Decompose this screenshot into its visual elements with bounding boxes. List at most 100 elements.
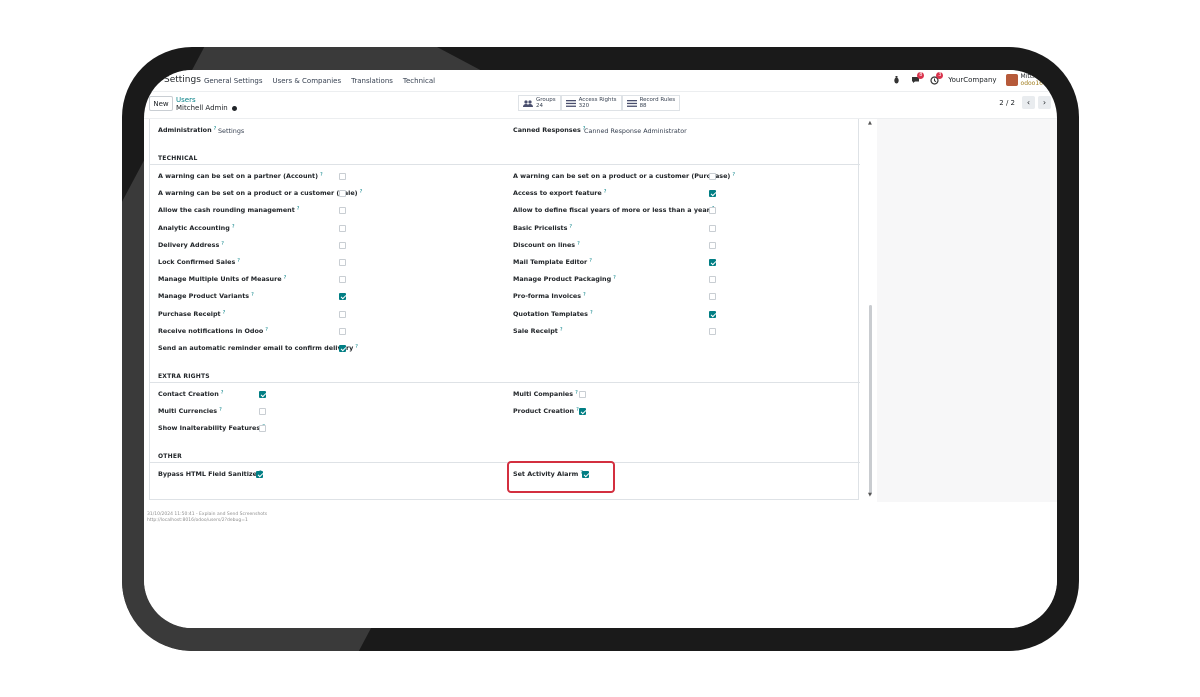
record-rules-smart-button[interactable]: Record Rules 88 <box>621 95 681 111</box>
checkbox[interactable] <box>259 408 266 416</box>
help-tooltip-icon[interactable]: ? <box>223 310 226 316</box>
checkbox[interactable] <box>259 391 266 398</box>
checkbox[interactable] <box>339 207 346 215</box>
checkbox[interactable] <box>709 190 716 198</box>
checkbox[interactable] <box>709 207 716 215</box>
help-tooltip-icon[interactable]: ? <box>221 390 224 396</box>
help-tooltip-icon[interactable]: ? <box>360 189 363 195</box>
user-menu[interactable]: Mitchel odoo16 <box>1005 73 1043 87</box>
scroll-down-icon[interactable]: ▼ <box>868 492 872 498</box>
canned-responses-label: Canned Responses? <box>513 126 586 134</box>
messages-badge: 8 <box>917 72 925 79</box>
menu-translations[interactable]: Translations <box>351 77 393 85</box>
checkbox[interactable] <box>709 259 716 266</box>
checkbox[interactable] <box>339 241 346 249</box>
chatter-pane <box>877 119 1057 502</box>
help-tooltip-icon[interactable]: ? <box>284 275 287 281</box>
help-tooltip-icon[interactable]: ? <box>219 407 222 413</box>
checkbox[interactable] <box>339 293 346 301</box>
record-rules-count: 88 <box>639 103 647 109</box>
access-rights-count: 320 <box>578 103 590 109</box>
groups-smart-button[interactable]: Groups 24 <box>518 95 561 111</box>
access-rights-smart-button[interactable]: Access Rights 320 <box>560 95 622 111</box>
checkbox[interactable] <box>339 224 346 232</box>
help-tooltip-icon[interactable]: ? <box>732 172 735 178</box>
field-label: Manage Product Packaging? <box>513 275 616 284</box>
scroll-up-icon[interactable]: ▲ <box>868 120 872 126</box>
checkbox[interactable] <box>259 425 266 433</box>
checkbox[interactable] <box>579 391 586 398</box>
help-tooltip-icon[interactable]: ? <box>583 292 586 298</box>
help-tooltip-icon[interactable]: ? <box>251 292 254 298</box>
section-other: OTHER <box>158 453 182 460</box>
checkbox[interactable] <box>256 471 263 478</box>
help-tooltip-icon[interactable]: ? <box>589 258 592 264</box>
activity-badge: 3 <box>936 72 944 79</box>
help-tooltip-icon[interactable]: ? <box>577 241 580 247</box>
administration-select[interactable]: Settings <box>218 127 244 135</box>
checkbox[interactable] <box>709 293 716 301</box>
section-extra-rights: EXTRA RIGHTS <box>158 373 210 380</box>
checkbox[interactable] <box>709 310 716 318</box>
field-label: Manage Product Variants? <box>158 292 254 301</box>
checkbox[interactable] <box>339 173 346 180</box>
divider <box>150 462 860 463</box>
list-icon <box>626 99 637 107</box>
field-label: Bypass HTML Field Sanitize? <box>158 470 262 478</box>
checkbox[interactable] <box>339 259 346 266</box>
help-tooltip-icon[interactable]: ? <box>355 344 358 350</box>
screenshot-footer: 31/10/2024 11:50:41 - Explain and Send S… <box>147 512 267 524</box>
checkbox[interactable] <box>709 224 716 232</box>
help-tooltip-icon[interactable]: ? <box>569 224 572 230</box>
field-label: Show Inalterability Features? <box>158 424 265 432</box>
company-switcher[interactable]: YourCompany <box>948 76 996 84</box>
field-label: Contact Creation? <box>158 390 224 398</box>
checkbox[interactable] <box>339 276 346 284</box>
checkbox[interactable] <box>709 276 716 284</box>
section-technical: TECHNICAL <box>158 155 198 162</box>
help-tooltip-icon[interactable]: ? <box>320 172 323 178</box>
scrollbar-thumb[interactable] <box>869 305 872 495</box>
menu-general-settings[interactable]: General Settings <box>204 77 263 85</box>
checkbox[interactable] <box>579 408 586 416</box>
chevron-left-icon[interactable]: ‹ <box>1022 96 1035 109</box>
bug-icon[interactable] <box>891 75 901 85</box>
help-tooltip-icon[interactable]: ? <box>297 206 300 212</box>
user-name: Mitchel <box>1020 73 1043 80</box>
gear-icon[interactable] <box>231 105 237 111</box>
app-brand[interactable]: Settings <box>164 75 201 85</box>
checkbox[interactable] <box>339 190 346 198</box>
menu-users-companies[interactable]: Users & Companies <box>273 77 342 85</box>
checkbox[interactable] <box>709 173 716 180</box>
checkbox[interactable] <box>709 327 716 335</box>
pager-value[interactable]: 2 / 2 <box>999 99 1015 107</box>
new-button[interactable]: New <box>149 96 173 111</box>
checkbox[interactable] <box>339 310 346 318</box>
help-tooltip-icon[interactable]: ? <box>604 189 607 195</box>
highlight-box <box>507 461 615 493</box>
menu-technical[interactable]: Technical <box>403 77 435 85</box>
systray: 8 3 YourCompany Mitchel odoo16 <box>891 72 1043 87</box>
breadcrumb-users[interactable]: Users <box>176 96 237 104</box>
divider <box>150 382 860 383</box>
checkbox[interactable] <box>709 241 716 249</box>
scrollbar[interactable]: ▲ ▼ <box>867 119 874 502</box>
help-tooltip-icon[interactable]: ? <box>221 241 224 247</box>
help-tooltip-icon[interactable]: ? <box>232 224 235 230</box>
help-tooltip-icon[interactable]: ? <box>590 310 593 316</box>
chevron-right-icon[interactable]: › <box>1038 96 1051 109</box>
activity-clock-icon[interactable]: 3 <box>929 72 944 85</box>
checkbox[interactable] <box>339 327 346 335</box>
field-label: Delivery Address? <box>158 240 224 249</box>
help-tooltip-icon[interactable]: ? <box>265 327 268 333</box>
field-label: Lock Confirmed Sales? <box>158 258 240 266</box>
help-tooltip-icon[interactable]: ? <box>613 275 616 281</box>
checkbox[interactable] <box>339 345 346 352</box>
messages-icon[interactable]: 8 <box>910 72 925 85</box>
help-tooltip-icon[interactable]: ? <box>237 258 240 264</box>
smart-buttons: Groups 24 Access Rights 320 Record Rules 88 <box>518 95 681 111</box>
canned-responses-select[interactable]: Canned Response Administrator <box>584 127 687 135</box>
help-tooltip-icon[interactable]: ? <box>575 390 578 396</box>
help-tooltip-icon[interactable]: ? <box>560 327 563 333</box>
form-view: ▲ ▼ Administration? Settings Canned Resp… <box>144 119 1057 628</box>
